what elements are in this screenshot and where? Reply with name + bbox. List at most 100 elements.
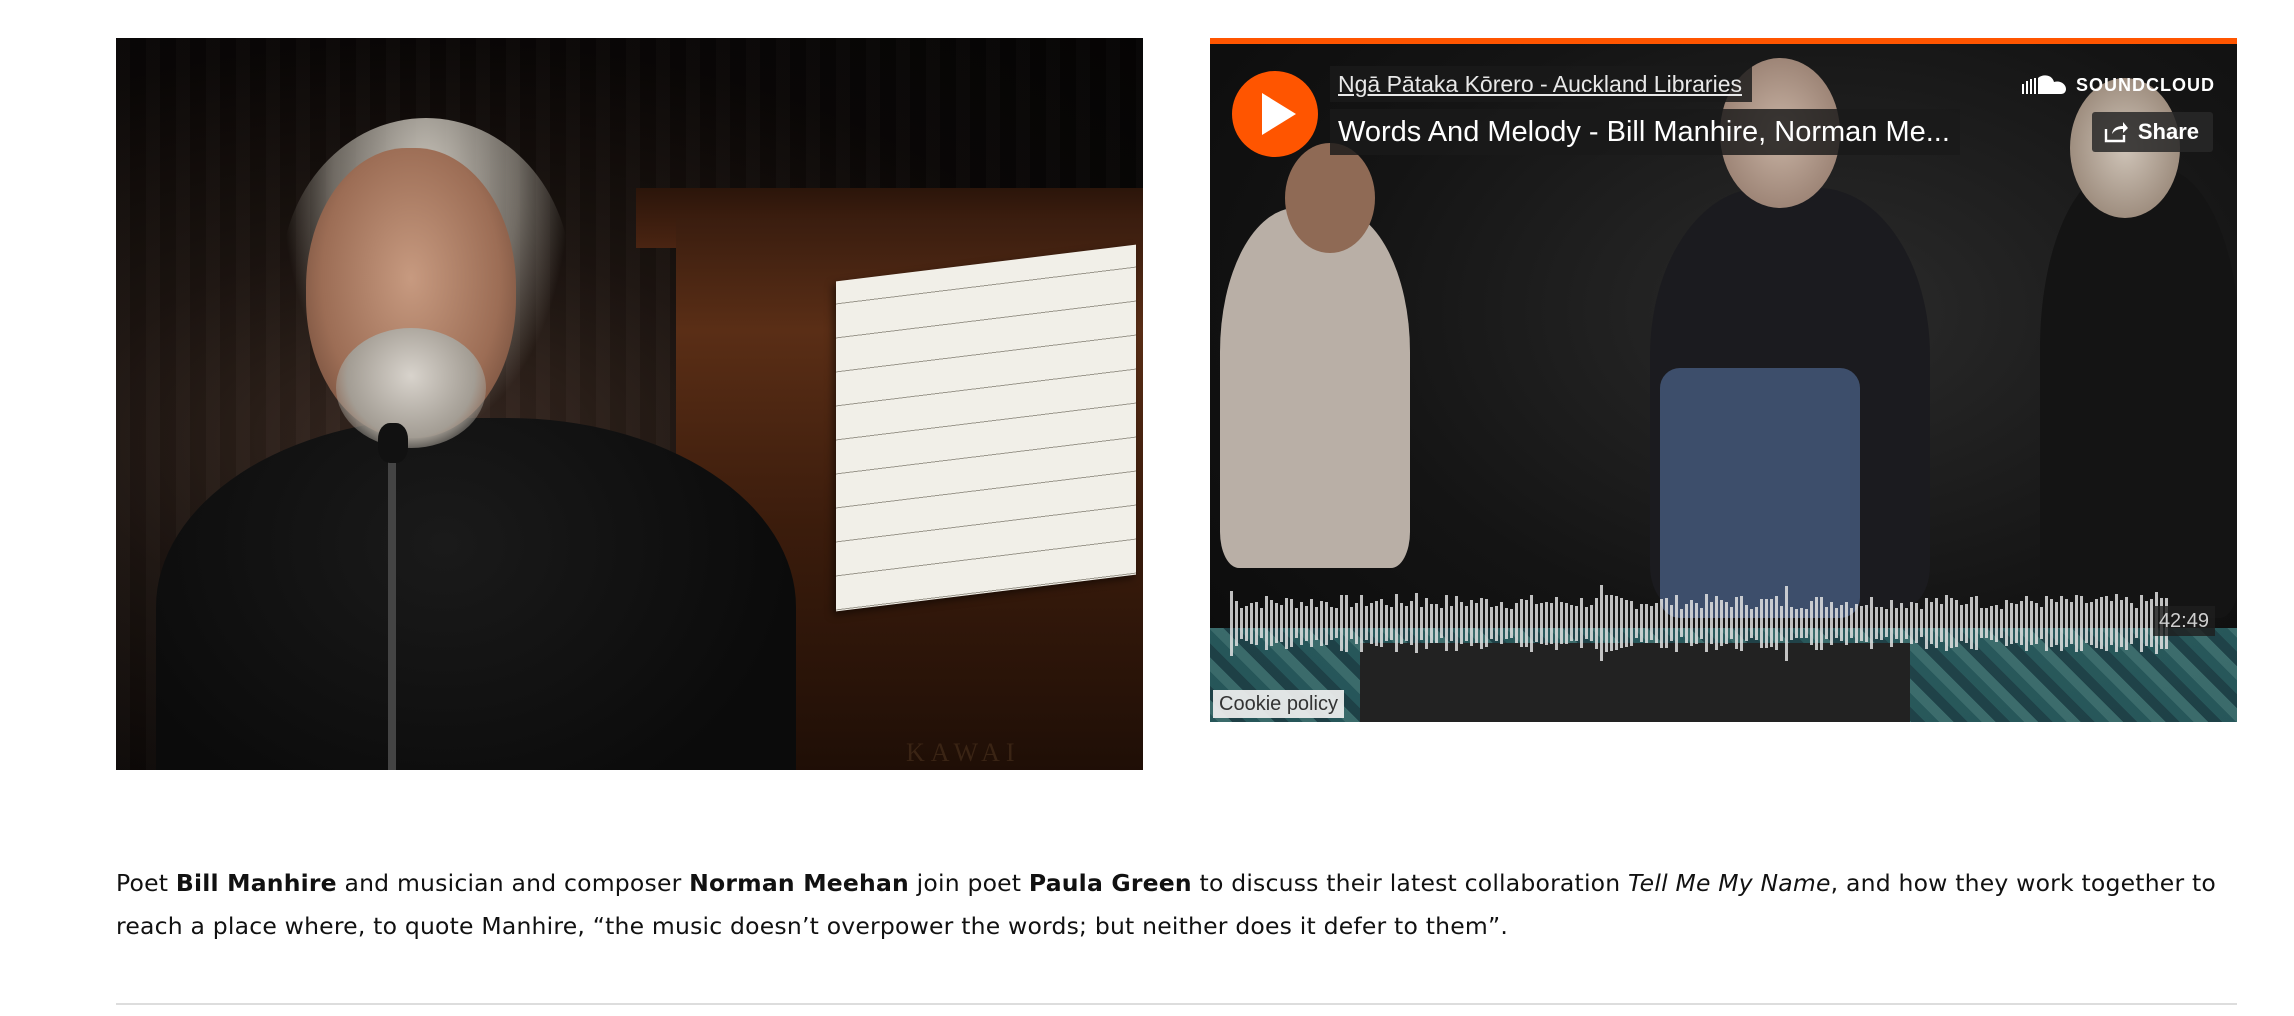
- waveform-bar: [1885, 609, 1888, 637]
- waveform-bar: [2130, 602, 2133, 644]
- waveform-bar: [1455, 595, 1458, 651]
- waveform-bar: [2105, 595, 2108, 651]
- waveform-bar: [1565, 602, 1568, 644]
- waveform-bar: [1285, 597, 1288, 649]
- waveform-bar: [1930, 602, 1933, 644]
- waveform-bar: [1660, 598, 1663, 648]
- waveform-bar: [1525, 599, 1528, 647]
- waveform-bar: [1750, 608, 1753, 638]
- waveform-bar: [1720, 600, 1723, 646]
- waveform-bar: [1955, 599, 1958, 647]
- waveform-bar: [1280, 604, 1283, 642]
- soundcloud-player[interactable]: Ngā Pātaka Kōrero - Auckland Libraries W…: [1210, 38, 2237, 722]
- waveform-bar: [1430, 603, 1433, 643]
- microphone-stand: [388, 428, 396, 770]
- waveform-bar: [2095, 598, 2098, 648]
- waveform-bar: [1370, 602, 1373, 644]
- caption-book-title: Tell Me My Name: [1628, 868, 1831, 897]
- waveform-bar: [1970, 597, 1973, 649]
- waveform-bar: [1605, 594, 1608, 652]
- piano-brand: KAWAI: [906, 738, 1021, 767]
- waveform-bar: [1555, 596, 1558, 650]
- waveform-bar: [1835, 608, 1838, 638]
- waveform-bar: [1650, 606, 1653, 640]
- waveform-bar: [1810, 601, 1813, 645]
- caption-text: Poet: [116, 868, 176, 897]
- waveform-bar: [1445, 595, 1448, 651]
- share-icon: [2104, 122, 2128, 143]
- waveform-bar: [1405, 605, 1408, 641]
- waveform-bar: [1775, 596, 1778, 650]
- waveform-bar: [1360, 594, 1363, 652]
- waveform-bar: [1255, 601, 1258, 645]
- waveform-bar: [1505, 607, 1508, 639]
- waveform-bar: [1690, 600, 1693, 646]
- waveform-bar: [1415, 593, 1418, 653]
- waveform-bar: [1295, 608, 1298, 638]
- waveform-bar: [2085, 603, 2088, 643]
- waveform-bar: [1610, 595, 1613, 651]
- waveform-bar: [1425, 597, 1428, 649]
- waveform-bar: [1260, 608, 1263, 638]
- waveform-bar: [1790, 606, 1793, 640]
- waveform-bar: [1760, 598, 1763, 648]
- waveform-bar: [1460, 602, 1463, 644]
- waveform-bar: [1805, 608, 1808, 638]
- waveform-bar: [1560, 602, 1563, 644]
- track-title-link[interactable]: Words And Melody - Bill Manhire, Norman …: [1330, 109, 1960, 155]
- caption-name-paula-green: Paula Green: [1028, 868, 1192, 897]
- waveform-bar: [1705, 594, 1708, 652]
- cookie-policy-link[interactable]: Cookie policy: [1213, 690, 1344, 718]
- waveform-bar: [1305, 605, 1308, 641]
- soundcloud-cloud-icon: [2022, 75, 2066, 94]
- waveform-bar: [1570, 605, 1573, 641]
- track-duration: 42:49: [2152, 606, 2215, 636]
- waveform-bar: [1580, 598, 1583, 648]
- soundcloud-logo[interactable]: SOUNDCLOUD: [2022, 72, 2215, 98]
- article-photo: KAWAI: [116, 38, 1143, 770]
- artist-link[interactable]: Ngā Pātaka Kōrero - Auckland Libraries: [1330, 66, 1752, 102]
- waveform-bar: [1590, 605, 1593, 641]
- share-button[interactable]: Share: [2091, 112, 2213, 152]
- waveform-bar: [1500, 602, 1503, 644]
- waveform-bar: [1510, 608, 1513, 638]
- waveform-bar: [1390, 606, 1393, 640]
- waveform-bar: [1765, 598, 1768, 648]
- waveform-bar: [1395, 594, 1398, 652]
- waveform-bar: [1465, 605, 1468, 641]
- caption-text: and musician and composer: [336, 868, 690, 897]
- waveform-bar: [1730, 607, 1733, 639]
- waveform-bar: [1850, 608, 1853, 638]
- waveform-bar: [1995, 604, 1998, 642]
- share-label: Share: [2137, 119, 2199, 144]
- waveform-bar: [2080, 595, 2083, 651]
- waveform-bar: [2075, 594, 2078, 652]
- waveform-bar: [1380, 599, 1383, 647]
- musician-body: [156, 418, 796, 770]
- waveform-bar: [1920, 609, 1923, 637]
- waveform-bar: [1865, 604, 1868, 642]
- waveform-bar: [1365, 606, 1368, 640]
- waveform-bar: [1350, 607, 1353, 639]
- waveform-bar: [1665, 598, 1668, 648]
- waveform-bar: [1385, 605, 1388, 641]
- waveform-bar: [1485, 599, 1488, 647]
- audio-waveform[interactable]: [1230, 578, 2180, 668]
- waveform-bar: [2045, 595, 2048, 651]
- waveform-bar: [1685, 603, 1688, 643]
- waveform-bar: [1795, 608, 1798, 638]
- section-divider: [116, 1003, 2237, 1005]
- sheet-music: [836, 244, 1136, 612]
- waveform-bar: [1325, 601, 1328, 645]
- waveform-bar: [1315, 606, 1318, 640]
- waveform-bar: [1695, 602, 1698, 644]
- waveform-bar: [1755, 606, 1758, 640]
- waveform-bar: [1910, 602, 1913, 644]
- waveform-bar: [1960, 605, 1963, 641]
- waveform-bar: [1470, 600, 1473, 646]
- play-button[interactable]: [1232, 71, 1318, 157]
- waveform-bar: [2100, 597, 2103, 649]
- waveform-bar: [1630, 600, 1633, 646]
- waveform-bar: [1290, 599, 1293, 647]
- waveform-bar: [1845, 601, 1848, 645]
